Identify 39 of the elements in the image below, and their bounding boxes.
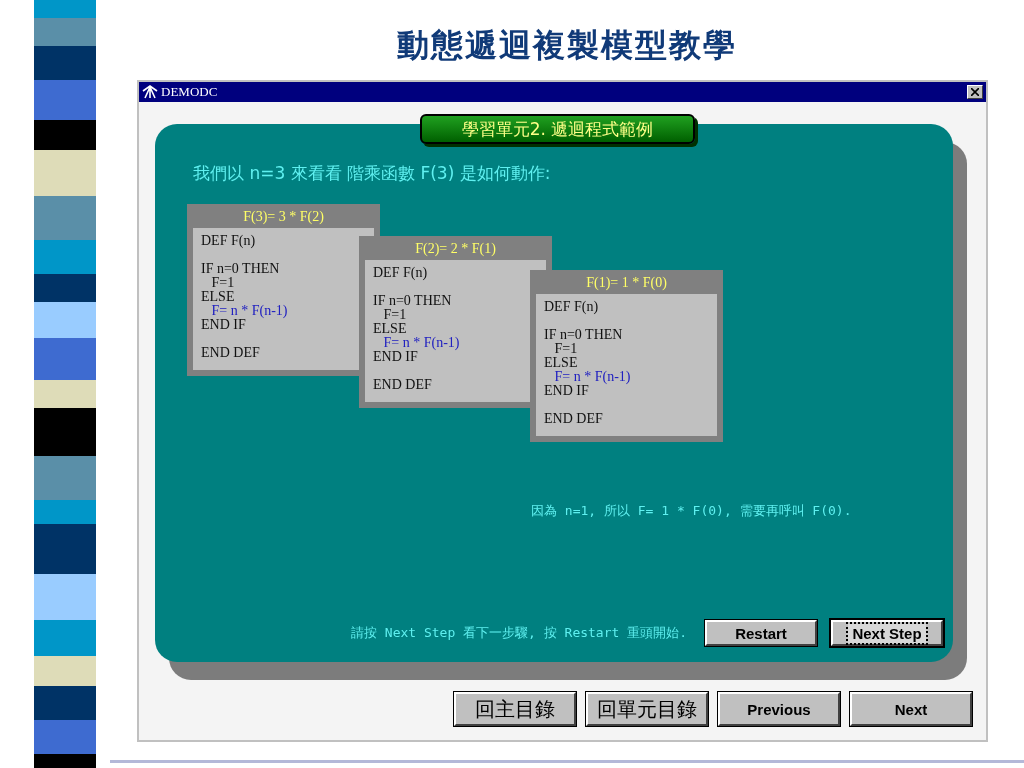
code-line: F=1 bbox=[553, 342, 578, 356]
card-header: F(3)= 3 * F(2) bbox=[242, 208, 325, 226]
code-line: END DEF bbox=[544, 412, 603, 426]
code-line: END DEF bbox=[201, 346, 260, 360]
hint-text: 請按 Next Step 看下一步驟, 按 Restart 重頭開始. bbox=[351, 624, 687, 642]
code-line: IF n=0 THEN bbox=[201, 262, 280, 276]
code-line: F= n * F(n-1) bbox=[553, 370, 631, 384]
nav-button[interactable]: 回主目錄 bbox=[454, 692, 576, 726]
nav-button[interactable]: Next bbox=[850, 692, 972, 726]
code-line: ELSE bbox=[544, 356, 578, 370]
nav-button[interactable]: 回單元目錄 bbox=[586, 692, 708, 726]
nav-button[interactable]: Previous bbox=[718, 692, 840, 726]
code-line: ELSE bbox=[373, 322, 407, 336]
card-header: F(1)= 1 * F(0) bbox=[585, 274, 668, 292]
code-line: END IF bbox=[201, 318, 246, 332]
code-line: F=1 bbox=[210, 276, 235, 290]
close-icon bbox=[971, 88, 979, 96]
explanation-text: 因為 n=1, 所以 F= 1 * F(0), 需要再呼叫 F(0). bbox=[531, 502, 852, 520]
code-line: F= n * F(n-1) bbox=[382, 336, 460, 350]
intro-text: 我們以 n=3 來看看 階乘函數 F(3) 是如何動作: bbox=[193, 162, 551, 185]
code-line: DEF F(n) bbox=[544, 300, 599, 314]
code-line: END DEF bbox=[373, 378, 432, 392]
window-title: DEMODC bbox=[161, 84, 218, 100]
slide-title: 動態遞迴複製模型教學 bbox=[397, 26, 737, 64]
code-line: DEF F(n) bbox=[201, 234, 256, 248]
figure-icon bbox=[142, 85, 158, 99]
step-button[interactable]: Next Step bbox=[831, 620, 943, 646]
lesson-label: 學習單元2. 遞迴程式範例 bbox=[420, 114, 695, 144]
code-line: DEF F(n) bbox=[373, 266, 428, 280]
code-line: END IF bbox=[544, 384, 589, 398]
card-header: F(2)= 2 * F(1) bbox=[414, 240, 497, 258]
code-line: IF n=0 THEN bbox=[544, 328, 623, 342]
code-line: END IF bbox=[373, 350, 418, 364]
close-button[interactable] bbox=[967, 85, 983, 99]
step-button[interactable]: Restart bbox=[705, 620, 817, 646]
code-line: ELSE bbox=[201, 290, 235, 304]
code-line: IF n=0 THEN bbox=[373, 294, 452, 308]
code-line: F= n * F(n-1) bbox=[210, 304, 288, 318]
code-line: F=1 bbox=[382, 308, 407, 322]
